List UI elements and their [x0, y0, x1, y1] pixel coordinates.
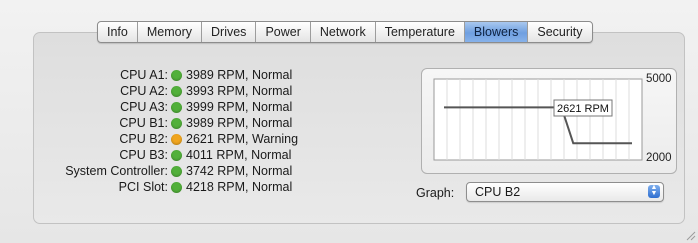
resize-grip-icon[interactable]: [684, 229, 696, 241]
tab-bar: Info Memory Drives Power Network Tempera…: [97, 21, 593, 43]
tab-temperature[interactable]: Temperature: [376, 22, 465, 42]
graph-select-value: CPU B2: [475, 185, 521, 199]
blower-value: 3993 RPM, Normal: [186, 84, 293, 98]
rpm-graph: 2621 RPM 5000 2000: [421, 68, 677, 174]
blower-readout-list: CPU A1: 3989 RPM, Normal CPU A2: 3993 RP…: [40, 67, 340, 195]
blower-value: 3989 RPM, Normal: [186, 116, 293, 130]
tab-drives[interactable]: Drives: [202, 22, 257, 42]
status-indicator-icon: [171, 101, 182, 113]
blower-value: 3742 RPM, Normal: [186, 164, 293, 178]
rpm-graph-plot: 2621 RPM: [433, 78, 643, 161]
blower-row-cpu-a1: CPU A1: 3989 RPM, Normal: [40, 67, 340, 83]
status-indicator-icon: [171, 133, 182, 145]
blower-row-cpu-b3: CPU B3: 4011 RPM, Normal: [40, 147, 340, 163]
graph-axis-max-label: 5000: [646, 73, 672, 85]
status-indicator-icon: [171, 117, 182, 129]
status-indicator-icon: [171, 149, 182, 161]
blower-row-pci-slot: PCI Slot: 4218 RPM, Normal: [40, 179, 340, 195]
blower-value: 3999 RPM, Normal: [186, 100, 293, 114]
graph-axis-min-label: 2000: [646, 152, 672, 164]
tab-memory[interactable]: Memory: [138, 22, 203, 42]
blower-label: CPU A1:: [120, 68, 168, 82]
blower-label: CPU A2:: [120, 84, 168, 98]
blower-label: CPU B2:: [119, 132, 168, 146]
status-indicator-icon: [171, 85, 182, 97]
blower-row-cpu-b1: CPU B1: 3989 RPM, Normal: [40, 115, 340, 131]
tab-network[interactable]: Network: [311, 22, 376, 42]
status-indicator-icon: [171, 181, 182, 193]
current-value-label: 2621 RPM: [557, 103, 609, 115]
tab-power[interactable]: Power: [256, 22, 311, 42]
blower-row-cpu-a2: CPU A2: 3993 RPM, Normal: [40, 83, 340, 99]
blower-row-system-controller: System Controller: 3742 RPM, Normal: [40, 163, 340, 179]
tab-info[interactable]: Info: [98, 22, 138, 42]
tab-security[interactable]: Security: [528, 22, 591, 42]
blower-row-cpu-a3: CPU A3: 3999 RPM, Normal: [40, 99, 340, 115]
blower-value: 4011 RPM, Normal: [186, 148, 292, 162]
select-arrows-icon: ▲ ▼: [648, 184, 660, 198]
blower-row-cpu-b2: CPU B2: 2621 RPM, Warning: [40, 131, 340, 147]
status-indicator-icon: [171, 69, 182, 81]
blower-value: 3989 RPM, Normal: [186, 68, 293, 82]
blower-label: PCI Slot:: [118, 180, 168, 194]
blower-value: 4218 RPM, Normal: [186, 180, 293, 194]
blower-label: System Controller:: [65, 164, 168, 178]
graph-source-select[interactable]: CPU B2 ▲ ▼: [466, 182, 664, 202]
tab-blowers[interactable]: Blowers: [464, 22, 529, 42]
blower-label: CPU B1:: [119, 116, 168, 130]
status-indicator-icon: [171, 165, 182, 177]
graph-select-label: Graph:: [416, 186, 455, 200]
blower-label: CPU B3:: [119, 148, 168, 162]
blower-value: 2621 RPM, Warning: [186, 132, 299, 146]
blower-label: CPU A3:: [120, 100, 168, 114]
